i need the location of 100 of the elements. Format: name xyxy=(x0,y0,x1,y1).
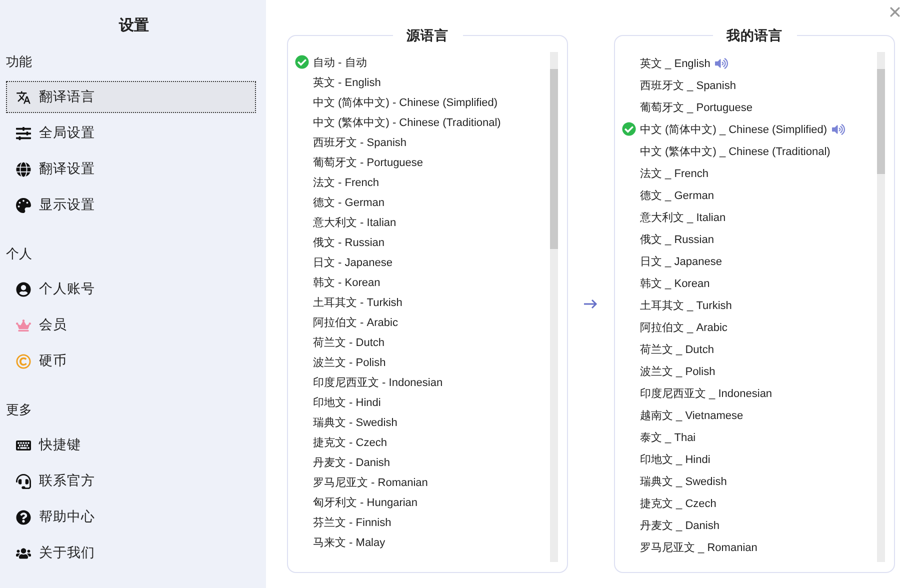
user-icon xyxy=(16,282,31,296)
language-label: 越南文 _ Vietnamese xyxy=(640,408,744,422)
scrollbar-thumb[interactable] xyxy=(550,69,558,249)
language-item[interactable]: 越南文 _ Vietnamese xyxy=(622,404,874,426)
language-label: 丹麦文 _ Danish xyxy=(640,518,720,532)
language-label: 日文 _ Japanese xyxy=(640,254,722,268)
language-item[interactable]: 俄文 _ Russian xyxy=(622,228,874,250)
language-label: 法文 _ French xyxy=(640,166,708,180)
language-item[interactable]: 印地文 _ Hindi xyxy=(622,448,874,470)
language-label: 意大利文 _ Italian xyxy=(640,210,726,224)
language-label: 法文 - French xyxy=(313,176,380,190)
language-item[interactable]: 葡萄牙文 _ Portuguese xyxy=(622,96,874,118)
section-heading: 个人 xyxy=(6,245,33,263)
language-item[interactable]: 阿拉伯文 _ Arabic xyxy=(622,316,874,338)
language-item[interactable]: 丹麦文 - Danish xyxy=(295,452,547,472)
language-label: 罗马尼亚文 - Romanian xyxy=(313,476,428,490)
scrollbar-thumb[interactable] xyxy=(877,69,885,174)
language-item[interactable]: 荷兰文 - Dutch xyxy=(295,332,547,352)
language-item[interactable]: 丹麦文 _ Danish xyxy=(622,514,874,536)
language-item[interactable]: 中文 (简体中文) - Chinese (Simplified) xyxy=(295,92,547,112)
sidebar-item[interactable]: 会员 xyxy=(6,309,256,341)
scrollbar[interactable] xyxy=(550,52,558,562)
language-label: 中文 (繁体中文) _ Chinese (Traditional) xyxy=(640,144,830,158)
language-label: 荷兰文 _ Dutch xyxy=(640,342,714,356)
language-label: 罗马尼亚文 _ Romanian xyxy=(640,540,758,554)
language-label: 英文 - English xyxy=(313,76,381,90)
language-item[interactable]: 捷克文 - Czech xyxy=(295,432,547,452)
language-label: 俄文 _ Russian xyxy=(640,232,714,246)
language-item[interactable]: 法文 _ French xyxy=(622,162,874,184)
language-item[interactable]: 土耳其文 _ Turkish xyxy=(622,294,874,316)
language-item[interactable]: 马来文 - Malay xyxy=(295,532,547,552)
panel-title: 我的语言 xyxy=(712,27,796,45)
language-item[interactable]: 中文 (繁体中文) _ Chinese (Traditional) xyxy=(622,140,874,162)
language-item[interactable]: 西班牙文 _ Spanish xyxy=(622,74,874,96)
language-item[interactable]: 德文 - German xyxy=(295,192,547,212)
language-item[interactable]: 中文 (繁体中文) - Chinese (Traditional) xyxy=(295,112,547,132)
sidebar-item[interactable]: 关于我们 xyxy=(6,537,256,569)
sliders-icon xyxy=(16,126,31,140)
language-item[interactable]: 意大利文 - Italian xyxy=(295,212,547,232)
sidebar-item[interactable]: 快捷键 xyxy=(6,429,256,461)
language-item[interactable]: 葡萄牙文 - Portuguese xyxy=(295,152,547,172)
speaker-icon[interactable] xyxy=(715,56,728,70)
arrow-icon xyxy=(584,299,598,309)
scrollbar[interactable] xyxy=(877,52,885,562)
language-label: 意大利文 - Italian xyxy=(313,216,396,230)
panel-title: 源语言 xyxy=(392,27,462,45)
language-item[interactable]: 韩文 - Korean xyxy=(295,272,547,292)
language-item[interactable]: 匈牙利文 - Hungarian xyxy=(295,492,547,512)
language-item[interactable]: 日文 - Japanese xyxy=(295,252,547,272)
language-label: 印度尼西亚文 _ Indonesian xyxy=(640,386,772,400)
language-item[interactable]: 阿拉伯文 - Arabic xyxy=(295,312,547,332)
language-item[interactable]: 泰文 _ Thai xyxy=(622,426,874,448)
language-item[interactable]: 瑞典文 - Swedish xyxy=(295,412,547,432)
language-item[interactable]: 波兰文 _ Polish xyxy=(622,360,874,382)
language-item[interactable]: 德文 _ German xyxy=(622,184,874,206)
language-item[interactable]: 意大利文 _ Italian xyxy=(622,206,874,228)
language-label: 马来文 - Malay xyxy=(313,536,386,550)
language-item[interactable]: 印度尼西亚文 - Indonesian xyxy=(295,372,547,392)
language-item[interactable]: 英文 - English xyxy=(295,72,547,92)
language-item[interactable]: 日文 _ Japanese xyxy=(622,250,874,272)
help-icon xyxy=(16,510,31,524)
language-item[interactable]: 韩文 _ Korean xyxy=(622,272,874,294)
language-item[interactable]: 土耳其文 - Turkish xyxy=(295,292,547,312)
language-item[interactable]: 荷兰文 _ Dutch xyxy=(622,338,874,360)
language-item[interactable]: 罗马尼亚文 - Romanian xyxy=(295,472,547,492)
language-item[interactable]: 捷克文 _ Czech xyxy=(622,492,874,514)
language-label: 葡萄牙文 _ Portuguese xyxy=(640,100,752,114)
language-label: 荷兰文 - Dutch xyxy=(313,336,385,350)
language-item[interactable]: 瑞典文 _ Swedish xyxy=(622,470,874,492)
sidebar-item[interactable]: 显示设置 xyxy=(6,189,256,221)
sidebar-item[interactable]: 个人账号 xyxy=(6,273,256,305)
sidebar-item[interactable]: 硬币 xyxy=(6,345,256,377)
speaker-icon[interactable] xyxy=(832,122,846,136)
sidebar-item[interactable]: 翻译设置 xyxy=(6,153,256,185)
language-label: 韩文 - Korean xyxy=(313,276,380,290)
language-item[interactable]: 芬兰文 - Finnish xyxy=(295,512,547,532)
language-label: 芬兰文 - Finnish xyxy=(313,516,392,530)
sidebar-item[interactable]: 联系官方 xyxy=(6,465,256,497)
language-item[interactable]: 自动 - 自动 xyxy=(295,52,547,72)
language-item[interactable]: 法文 - French xyxy=(295,172,547,192)
language-label: 波兰文 _ Polish xyxy=(640,364,716,378)
sidebar-item[interactable]: 翻译语言 xyxy=(6,81,256,113)
language-item[interactable]: 英文 _ English xyxy=(622,52,874,74)
sidebar-item[interactable]: 帮助中心 xyxy=(6,501,256,533)
language-item[interactable]: 印度尼西亚文 _ Indonesian xyxy=(622,382,874,404)
globe-icon xyxy=(16,162,31,176)
headset-icon xyxy=(16,474,31,488)
language-label: 德文 - German xyxy=(313,196,385,210)
language-item[interactable]: 中文 (简体中文) _ Chinese (Simplified) xyxy=(622,118,874,140)
crown-icon xyxy=(16,318,31,332)
language-item[interactable]: 印地文 - Hindi xyxy=(295,392,547,412)
language-item[interactable]: 波兰文 - Polish xyxy=(295,352,547,372)
language-label: 丹麦文 - Danish xyxy=(313,456,390,470)
sidebar-title: 设置 xyxy=(118,16,150,35)
sidebar-item[interactable]: 全局设置 xyxy=(6,117,256,149)
language-label: 自动 - 自动 xyxy=(313,56,367,70)
language-label: 西班牙文 _ Spanish xyxy=(640,78,736,92)
language-item[interactable]: 俄文 - Russian xyxy=(295,232,547,252)
language-item[interactable]: 罗马尼亚文 _ Romanian xyxy=(622,536,874,558)
language-item[interactable]: 西班牙文 - Spanish xyxy=(295,132,547,152)
